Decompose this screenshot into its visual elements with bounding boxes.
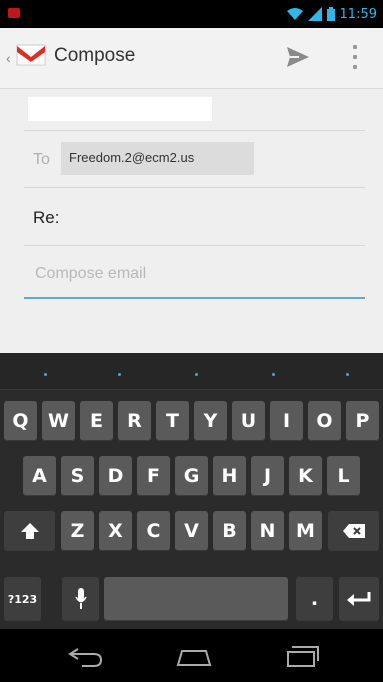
key-w[interactable]: W [42,401,75,441]
key-h[interactable]: H [213,456,246,496]
divider [24,187,365,188]
subject-field[interactable]: Re: [33,208,59,228]
key-n[interactable]: N [251,511,284,551]
wifi-icon [286,8,303,20]
system-icons: 11:59 [286,5,377,23]
body-input[interactable]: Compose email [35,265,146,283]
key-b[interactable]: B [213,511,246,551]
backspace-key[interactable] [328,511,379,551]
key-p[interactable]: P [346,401,379,441]
overflow-menu-icon[interactable] [350,42,360,72]
compose-form: To Freedom.2@ecm2.us Re: Compose email [0,89,383,353]
suggestion-dot [272,373,275,376]
battery-icon [326,7,335,21]
from-account-field[interactable] [28,97,212,121]
key-l[interactable]: L [327,456,360,496]
key-u[interactable]: U [232,401,265,441]
notification-icon [8,8,20,18]
navigation-bar [0,629,383,682]
up-caret-icon[interactable]: ‹ [6,50,11,66]
mic-key[interactable] [62,577,99,621]
key-s[interactable]: S [61,456,94,496]
shift-icon [20,523,39,539]
status-bar: 11:59 [0,0,383,28]
key-d[interactable]: D [99,456,132,496]
key-j[interactable]: J [251,456,284,496]
send-icon[interactable] [285,44,311,70]
key-k[interactable]: K [289,456,322,496]
mic-icon [74,588,87,609]
soft-keyboard: QWERTYUIOP ASDFGHJKL ZXCVBNM ?123 . [0,353,383,629]
key-e[interactable]: E [80,401,113,441]
shift-key[interactable] [4,511,55,551]
key-x[interactable]: X [99,511,132,551]
signal-icon [307,7,322,21]
key-g[interactable]: G [175,456,208,496]
key-m[interactable]: M [289,511,322,551]
status-time: 11:59 [339,6,377,22]
divider [24,130,365,131]
key-i[interactable]: I [270,401,303,441]
key-o[interactable]: O [308,401,341,441]
suggestion-dot [195,373,198,376]
period-key[interactable]: . [296,577,333,621]
key-a[interactable]: A [23,456,56,496]
key-v[interactable]: V [175,511,208,551]
space-bar[interactable] [104,577,288,621]
key-f[interactable]: F [137,456,170,496]
home-icon[interactable] [174,643,214,669]
key-t[interactable]: T [156,401,189,441]
suggestion-dot [118,373,121,376]
enter-key[interactable] [339,577,379,621]
suggestion-dot [44,373,47,376]
key-y[interactable]: Y [194,401,227,441]
key-q[interactable]: Q [4,401,37,441]
action-bar: ‹ Compose [0,28,383,89]
key-z[interactable]: Z [61,511,94,551]
to-label: To [33,151,50,168]
enter-icon [347,592,371,606]
divider [24,245,365,246]
page-title: Compose [54,45,136,66]
symbols-key[interactable]: ?123 [4,577,41,621]
back-icon[interactable] [66,643,106,669]
recipient-chip[interactable]: Freedom.2@ecm2.us [61,142,254,175]
key-r[interactable]: R [118,401,151,441]
body-focus-underline [24,297,365,299]
backspace-icon [342,524,365,538]
suggestion-strip[interactable] [0,353,383,390]
recent-apps-icon[interactable] [282,643,322,669]
suggestion-dot [346,373,349,376]
gmail-icon[interactable] [16,44,46,66]
recipient-address: Freedom.2@ecm2.us [69,150,195,165]
key-c[interactable]: C [137,511,170,551]
